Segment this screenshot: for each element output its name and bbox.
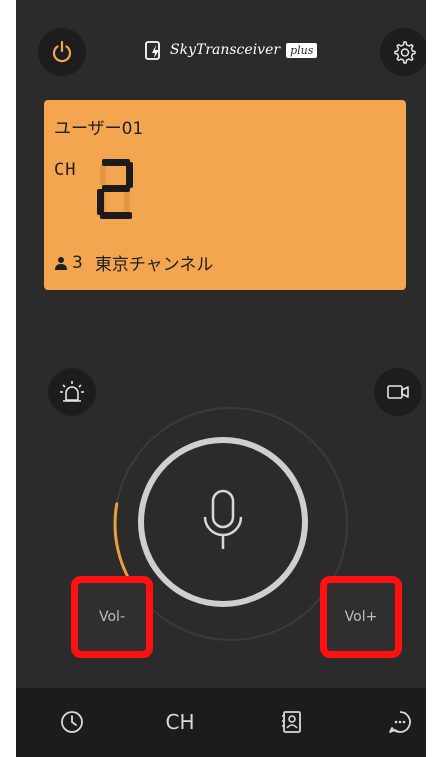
alarm-light-icon: [60, 381, 84, 402]
microphone-icon: [203, 489, 243, 549]
ch-label: CH: [54, 160, 77, 180]
user-name: ユーザー01: [54, 119, 144, 139]
push-to-talk-button[interactable]: [138, 437, 308, 607]
settings-button[interactable]: [380, 28, 426, 76]
nav-history[interactable]: [54, 704, 90, 740]
app-plus-badge: plus: [286, 42, 318, 58]
vol-minus-label: Vol-: [99, 609, 125, 625]
vol-plus-label: Vol+: [344, 609, 378, 625]
member-count: 3: [72, 252, 83, 273]
channel-name: 東京チャンネル: [94, 255, 214, 275]
channel-info: 3 東京チャンネル: [54, 250, 213, 275]
nav-contacts[interactable]: [274, 704, 310, 740]
channel-display: ユーザー01 CH 3 東京チャンネル: [44, 100, 406, 290]
app-name: SkyTransceiver: [170, 42, 281, 58]
seven-segment-digit: [97, 159, 133, 219]
nav-chat[interactable]: [382, 704, 418, 740]
volume-down-button[interactable]: Vol-: [71, 576, 153, 658]
alarm-button[interactable]: [48, 368, 96, 416]
person-icon: [55, 256, 67, 270]
phone-logo-icon: [145, 41, 160, 60]
nav-ch-label: CH: [165, 710, 195, 734]
chat-bubble-icon: [389, 711, 411, 733]
app-logo: SkyTransceiver plus: [144, 38, 318, 62]
channel-number: [90, 156, 140, 226]
power-button[interactable]: [38, 28, 86, 76]
bottom-nav: CH: [16, 688, 426, 757]
clock-icon: [61, 711, 83, 733]
power-icon: [52, 40, 72, 63]
app-screen: SkyTransceiver plus ユーザー01 CH 3 東京チャンネル …: [16, 0, 426, 757]
contacts-icon: [282, 711, 301, 733]
volume-up-button[interactable]: Vol+: [320, 576, 402, 658]
video-camera-icon: [387, 385, 409, 399]
nav-channel[interactable]: CH: [158, 704, 202, 740]
gear-icon: [394, 41, 416, 64]
video-button[interactable]: [374, 368, 422, 416]
